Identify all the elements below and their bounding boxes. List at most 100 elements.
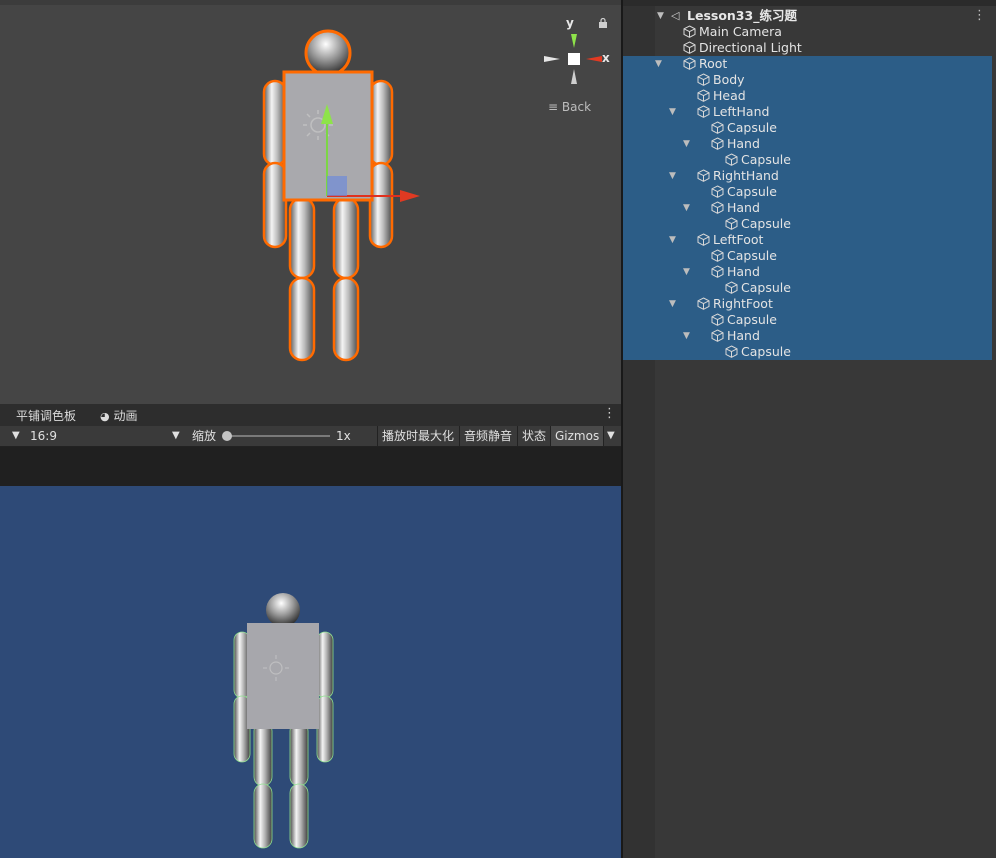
- gameobject-cube-icon: [697, 105, 710, 118]
- expand-triangle-icon[interactable]: ▼: [683, 328, 693, 344]
- hierarchy-item[interactable]: Capsule: [623, 280, 992, 296]
- hierarchy-item-label: Capsule: [741, 216, 791, 231]
- hierarchy-item-label: Head: [713, 88, 746, 103]
- hierarchy-item-label: Hand: [727, 264, 760, 279]
- hierarchy-item[interactable]: Capsule: [623, 344, 992, 360]
- tab-animation-label: 动画: [113, 409, 138, 423]
- hierarchy-toolbar: [623, 0, 996, 6]
- gameobject-cube-icon: [683, 41, 696, 54]
- hierarchy-item[interactable]: ▼ Root: [623, 56, 992, 72]
- tab-animation[interactable]: ◕ 动画: [92, 404, 145, 426]
- expand-triangle-icon[interactable]: ▼: [669, 296, 679, 312]
- gameobject-cube-icon: [711, 265, 724, 278]
- hierarchy-item-label: Hand: [727, 328, 760, 343]
- hierarchy-item[interactable]: Capsule: [623, 248, 992, 264]
- mute-audio-button[interactable]: 音频静音: [459, 426, 517, 446]
- expand-triangle-icon[interactable]: ▼: [683, 264, 693, 280]
- hierarchy-item[interactable]: Head: [623, 88, 992, 104]
- expand-triangle-icon[interactable]: ▼: [669, 232, 679, 248]
- scene-name: Lesson33_练习题: [687, 8, 797, 23]
- hierarchy-item[interactable]: Main Camera: [623, 24, 992, 40]
- game-view[interactable]: [0, 486, 621, 858]
- scale-slider-thumb[interactable]: [222, 431, 232, 441]
- left-upper-leg: [288, 196, 316, 280]
- hierarchy-item[interactable]: ▼ Hand: [623, 328, 992, 344]
- game-canvas: [233, 593, 334, 849]
- gizmos-button[interactable]: Gizmos: [550, 426, 604, 446]
- robot-model-preview: [233, 593, 334, 849]
- hierarchy-item-label: LeftHand: [713, 104, 770, 119]
- aspect-dropdown[interactable]: 16:9: [30, 426, 57, 446]
- hierarchy-item[interactable]: Body: [623, 72, 992, 88]
- panel-menu-icon[interactable]: ⋮: [603, 406, 616, 421]
- unity-scene-icon: ◁: [671, 9, 680, 22]
- hierarchy-item[interactable]: Capsule: [623, 312, 992, 328]
- left-lower-leg: [288, 276, 316, 362]
- hierarchy-item-label: Main Camera: [699, 24, 782, 39]
- expand-triangle-icon[interactable]: ▼: [669, 104, 679, 120]
- expand-triangle-icon[interactable]: ▼: [683, 200, 693, 216]
- hierarchy-panel: ▼ ◁ Lesson33_练习题 ⋮ Main Camera Directiona…: [623, 0, 996, 858]
- hierarchy-item[interactable]: ▼ LeftHand: [623, 104, 992, 120]
- hierarchy-item[interactable]: Capsule: [623, 120, 992, 136]
- gameobject-cube-icon: [697, 89, 710, 102]
- gameobject-cube-icon: [697, 297, 710, 310]
- expand-triangle-icon[interactable]: ▼: [669, 168, 679, 184]
- hierarchy-item[interactable]: Directional Light: [623, 40, 992, 56]
- expand-triangle-icon[interactable]: ▼: [683, 136, 693, 152]
- expand-triangle-icon[interactable]: ▼: [655, 56, 665, 72]
- hierarchy-item[interactable]: ▼ RightHand: [623, 168, 992, 184]
- view-back-toggle[interactable]: ≡ Back: [548, 100, 591, 114]
- right-upper-leg: [332, 196, 360, 280]
- robot-model[interactable]: [262, 29, 420, 362]
- scene-canvas[interactable]: [0, 0, 621, 404]
- aspect-dropdown-arrow-icon[interactable]: ▼: [172, 426, 180, 446]
- stats-button[interactable]: 状态: [517, 426, 551, 446]
- hierarchy-item-label: Body: [713, 72, 745, 87]
- head-sphere: [304, 29, 352, 77]
- hierarchy-item[interactable]: Capsule: [623, 216, 992, 232]
- display-dropdown-arrow-icon[interactable]: ▼: [12, 426, 20, 446]
- axis-x-label: x: [602, 51, 610, 65]
- hierarchy-item[interactable]: ▼ RightFoot: [623, 296, 992, 312]
- hierarchy-item-label: Root: [699, 56, 728, 71]
- lock-icon[interactable]: [598, 18, 608, 28]
- gameobject-cube-icon: [725, 345, 738, 358]
- hierarchy-item-label: Capsule: [727, 184, 777, 199]
- hierarchy-item-label: RightHand: [713, 168, 779, 183]
- hierarchy-item-label: LeftFoot: [713, 232, 764, 247]
- hierarchy-item-label: Capsule: [727, 312, 777, 327]
- hierarchy-item[interactable]: Capsule: [623, 152, 992, 168]
- expand-triangle-icon[interactable]: ▼: [657, 8, 667, 24]
- scene-row[interactable]: ▼ ◁ Lesson33_练习题: [623, 8, 992, 24]
- scale-slider-track[interactable]: [226, 435, 330, 437]
- hierarchy-item[interactable]: Capsule: [623, 184, 992, 200]
- hierarchy-item-label: Capsule: [727, 120, 777, 135]
- hierarchy-menu-icon[interactable]: ⋮: [973, 8, 986, 23]
- tab-tile-palette[interactable]: 平铺调色板: [8, 404, 84, 426]
- clock-icon: ◕: [100, 410, 110, 423]
- back-label: Back: [561, 100, 592, 114]
- maximize-on-play-button[interactable]: 播放时最大化: [377, 426, 459, 446]
- gameobject-cube-icon: [711, 121, 724, 134]
- gameobject-cube-icon: [711, 249, 724, 262]
- hierarchy-item[interactable]: ▼ Hand: [623, 136, 992, 152]
- gameobject-cube-icon: [711, 185, 724, 198]
- gizmos-dropdown-arrow-icon[interactable]: ▼: [603, 426, 618, 446]
- gameobject-cube-icon: [683, 25, 696, 38]
- gameobject-cube-icon: [725, 153, 738, 166]
- gameobject-cube-icon: [697, 233, 710, 246]
- gameobject-cube-icon: [697, 169, 710, 182]
- hierarchy-item[interactable]: ▼ Hand: [623, 264, 992, 280]
- right-lower-leg: [332, 276, 360, 362]
- hierarchy-item-label: Hand: [727, 200, 760, 215]
- hierarchy-item[interactable]: ▼ LeftFoot: [623, 232, 992, 248]
- gameobject-cube-icon: [683, 57, 696, 70]
- hamburger-icon: ≡: [548, 100, 559, 114]
- scene-view[interactable]: y x ≡ Back: [0, 0, 621, 404]
- scale-value: 1x: [336, 429, 351, 443]
- gameobject-cube-icon: [697, 73, 710, 86]
- scale-label: 缩放: [192, 429, 217, 443]
- hierarchy-item[interactable]: ▼ Hand: [623, 200, 992, 216]
- tab-tile-palette-label: 平铺调色板: [16, 409, 77, 423]
